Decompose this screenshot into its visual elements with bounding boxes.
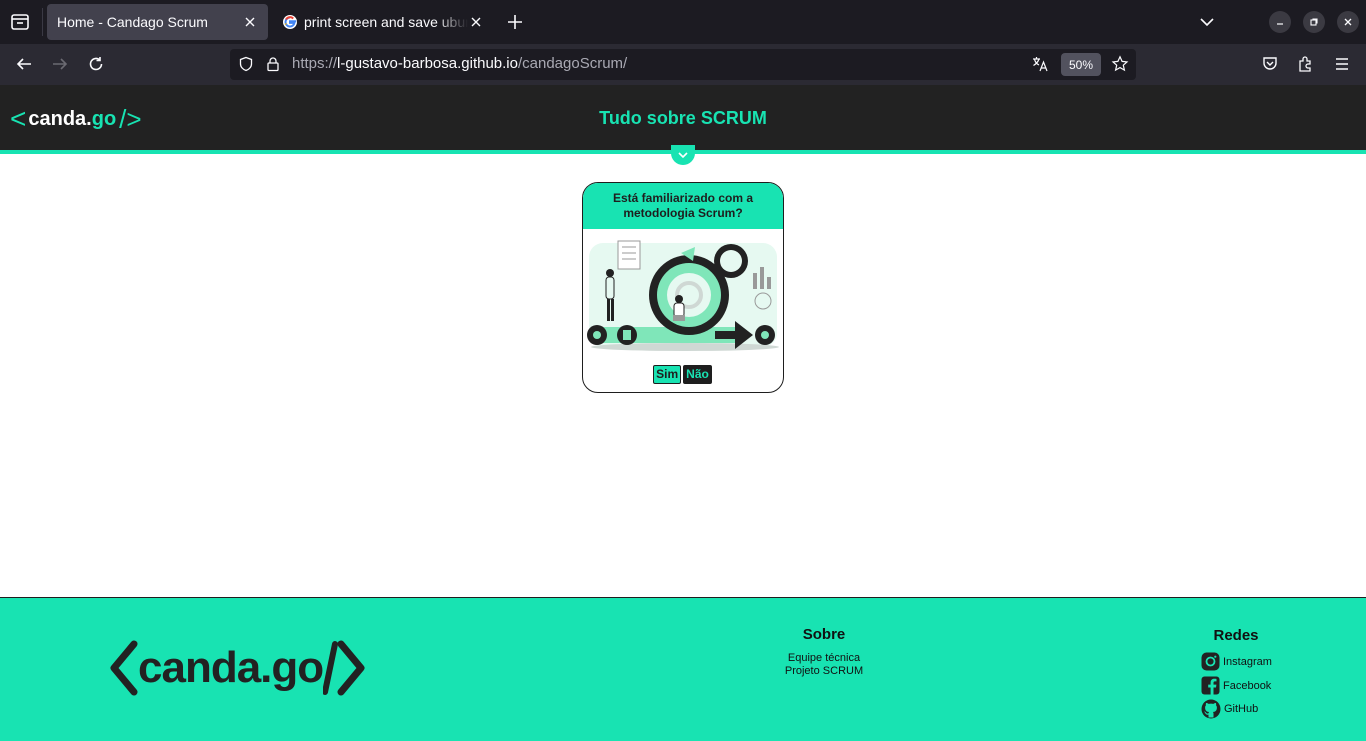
browser-tab-bar: Home - Candago Scrum print screen and sa… <box>0 0 1366 44</box>
tab-title: print screen and save ubuntu <box>304 14 468 30</box>
firefox-view-icon[interactable] <box>8 10 32 34</box>
page-title: Tudo sobre SCRUM <box>599 108 767 128</box>
logo-go: go <box>271 643 324 692</box>
google-icon <box>283 15 297 29</box>
card-question: Está familiarizado com a metodologia Scr… <box>583 183 783 229</box>
lock-icon[interactable] <box>265 56 281 72</box>
url-text[interactable]: https://l-gustavo-barbosa.github.io/cand… <box>292 55 627 72</box>
new-tab-icon[interactable] <box>503 10 527 34</box>
github-icon <box>1201 699 1221 719</box>
zoom-level-badge[interactable]: 50% <box>1061 53 1101 76</box>
social-label: Instagram <box>1223 655 1272 668</box>
shield-icon[interactable] <box>238 56 254 72</box>
yes-button[interactable]: Sim <box>653 365 682 384</box>
menu-icon[interactable] <box>1330 52 1354 76</box>
social-link-instagram[interactable]: Instagram <box>1201 652 1272 671</box>
logo-dot: . <box>260 643 272 692</box>
scrum-question-card: Está familiarizado com a metodologia Scr… <box>582 182 784 393</box>
footer-logo[interactable]: canda. go <box>108 640 367 696</box>
close-tab-icon[interactable] <box>242 14 258 30</box>
about-title: Sobre <box>802 626 846 643</box>
social-link-github[interactable]: GitHub <box>1201 699 1258 719</box>
close-tab-icon[interactable] <box>468 14 484 30</box>
social-title: Redes <box>1213 627 1259 644</box>
translate-icon[interactable] <box>1031 55 1049 73</box>
tab-home-candago[interactable]: Home - Candago Scrum <box>47 4 268 40</box>
instagram-icon <box>1201 652 1220 671</box>
tab-separator <box>42 8 43 36</box>
pocket-icon[interactable] <box>1258 52 1282 76</box>
site-footer: canda. go Sobre Equipe técnica Projeto SC… <box>0 597 1366 741</box>
no-button[interactable]: Não <box>683 365 712 384</box>
url-path: /candagoScrum/ <box>517 55 628 72</box>
url-scheme: https:// <box>292 55 338 72</box>
logo-text: canda <box>138 643 261 692</box>
card-actions: Sim Não <box>583 365 782 384</box>
chevron-down-icon[interactable] <box>671 145 695 165</box>
scrum-cycle-illustration <box>587 240 779 351</box>
logo-bracket-close <box>323 640 365 696</box>
tab-title: Home - Candago Scrum <box>57 14 208 30</box>
logo-bracket-open <box>110 640 138 696</box>
restore-icon[interactable] <box>1303 11 1325 33</box>
url-host: l-gustavo-barbosa.github.io <box>337 55 518 72</box>
browser-nav-bar: https://l-gustavo-barbosa.github.io/cand… <box>0 44 1366 85</box>
social-label: Facebook <box>1223 679 1272 692</box>
social-link-facebook[interactable]: Facebook <box>1201 676 1271 695</box>
tab-print-screen[interactable]: print screen and save ubuntu <box>272 4 494 40</box>
forward-icon[interactable] <box>48 52 72 76</box>
close-window-icon[interactable] <box>1337 11 1359 33</box>
about-link-team[interactable]: Equipe técnica <box>774 652 874 664</box>
minimize-icon[interactable] <box>1269 11 1291 33</box>
social-label: GitHub <box>1224 703 1259 715</box>
about-link-project[interactable]: Projeto SCRUM <box>774 665 874 677</box>
bookmark-star-icon[interactable] <box>1111 55 1129 73</box>
url-bar[interactable]: https://l-gustavo-barbosa.github.io/cand… <box>230 49 1136 80</box>
list-all-tabs-icon[interactable] <box>1195 10 1219 34</box>
back-icon[interactable] <box>12 52 36 76</box>
facebook-icon <box>1201 676 1220 695</box>
reload-icon[interactable] <box>84 52 108 76</box>
extensions-icon[interactable] <box>1294 52 1318 76</box>
